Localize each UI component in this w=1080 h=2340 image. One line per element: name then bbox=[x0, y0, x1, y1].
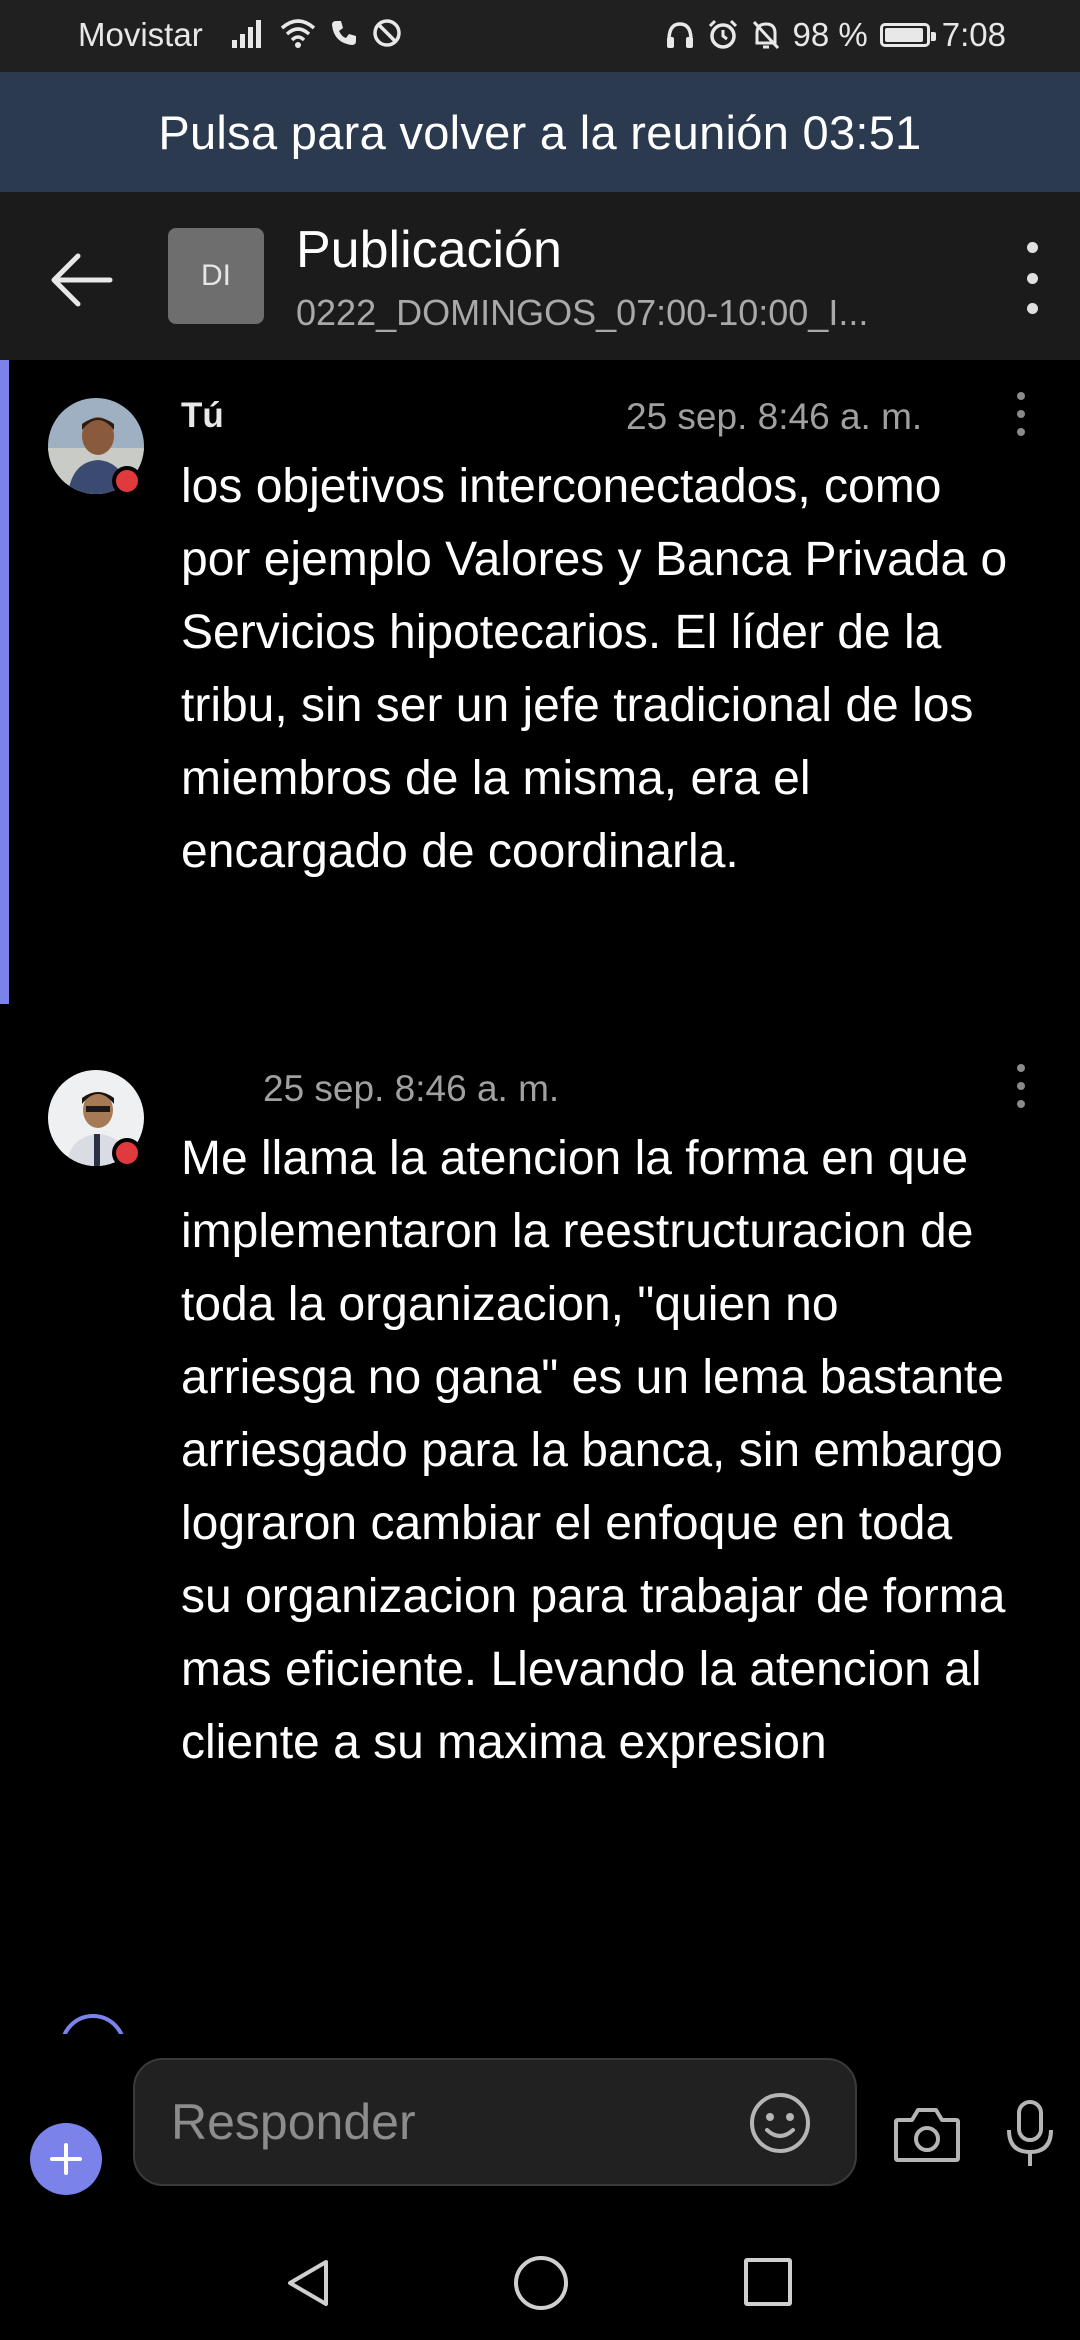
message-text: Me llama la atencion la forma en que imp… bbox=[181, 1132, 1006, 1769]
more-vertical-icon[interactable] bbox=[1016, 392, 1026, 436]
arrow-left-icon[interactable] bbox=[44, 242, 120, 318]
more-vertical-icon[interactable] bbox=[1016, 1064, 1026, 1108]
nav-recents-icon[interactable] bbox=[744, 2258, 792, 2306]
nav-home-icon[interactable] bbox=[514, 2256, 568, 2310]
microphone-icon[interactable] bbox=[1002, 2098, 1058, 2170]
channel-name: 0222_DOMINGOS_07:00-10:00_I... bbox=[296, 292, 869, 333]
headphones-icon bbox=[666, 22, 693, 48]
conversation-header: DI Publicación 0222_DOMINGOS_07:00-10:00… bbox=[0, 192, 1080, 360]
nav-back-icon[interactable] bbox=[282, 2256, 336, 2310]
compose-bar bbox=[0, 2034, 1080, 2220]
battery-percent: 98 % bbox=[792, 16, 868, 53]
phone-icon bbox=[332, 21, 356, 45]
presence-busy-icon bbox=[112, 466, 142, 496]
reply-input[interactable] bbox=[169, 2086, 713, 2158]
presence-busy-icon bbox=[112, 1138, 142, 1168]
reply-field[interactable] bbox=[133, 2058, 857, 2186]
camera-icon[interactable] bbox=[892, 2104, 962, 2166]
status-bar: Movistar 98 % 7:08 bbox=[0, 0, 1080, 72]
plus-icon[interactable] bbox=[30, 2123, 102, 2195]
channel-avatar: DI bbox=[168, 228, 264, 324]
message-author: Tú bbox=[181, 396, 224, 435]
page-title: Publicación bbox=[296, 221, 562, 279]
emoji-icon[interactable] bbox=[747, 2090, 813, 2156]
message-timestamp: 25 sep. 8:46 a. m. bbox=[626, 396, 923, 437]
banner-text: Pulsa para volver a la reunión 03:51 bbox=[158, 105, 922, 159]
message-timestamp: 25 sep. 8:46 a. m. bbox=[263, 1068, 560, 1109]
channel-avatar-initials: DI bbox=[201, 259, 231, 292]
clock: 7:08 bbox=[941, 16, 1006, 53]
thread-highlight-bar bbox=[0, 360, 9, 1004]
more-vertical-icon[interactable] bbox=[1020, 242, 1044, 314]
message-text: los objetivos interconectados, como por … bbox=[181, 460, 1008, 878]
no-disturb-icon bbox=[373, 19, 401, 47]
carrier-label: Movistar bbox=[78, 16, 203, 53]
battery-icon bbox=[879, 23, 936, 47]
alarm-icon bbox=[708, 19, 737, 49]
wifi-icon bbox=[280, 19, 316, 48]
return-to-meeting-banner[interactable]: Pulsa para volver a la reunión 03:51 bbox=[0, 72, 1080, 192]
signal-icon bbox=[232, 20, 261, 48]
system-navigation-bar bbox=[0, 2220, 1080, 2340]
bell-off-icon bbox=[752, 20, 779, 50]
